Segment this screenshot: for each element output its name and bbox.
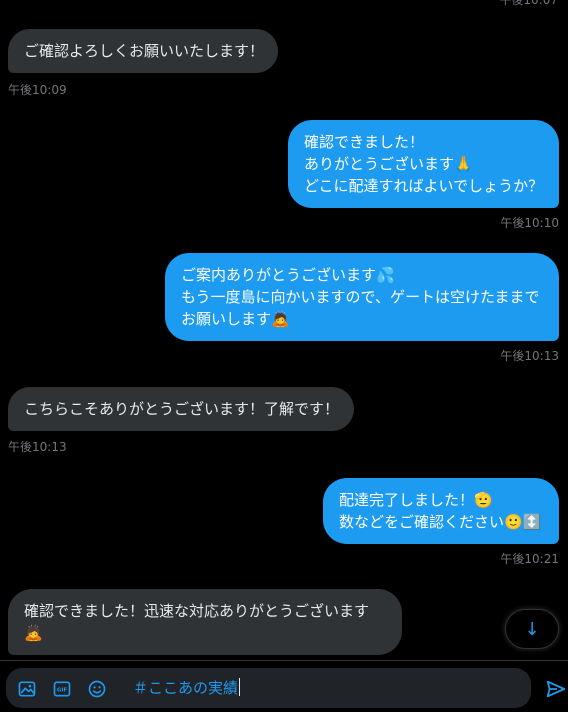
message-timestamp: 午後10:21 [500, 552, 559, 566]
message-timestamp: 午後10:10 [500, 216, 559, 230]
message-input[interactable]: ＃ここあの実績 [133, 677, 241, 699]
message-text: ありがとうございます🙏 [304, 155, 473, 173]
message-composer [0, 660, 568, 712]
message-timestamp: 午後10:09 [8, 83, 67, 97]
message-timestamp: 午後10:13 [8, 440, 67, 454]
message-incoming[interactable]: こちらこそありがとうございます！了解です！ 午後10:13 [8, 387, 354, 454]
message-text: ご確認よろしくお願いいたします！ [24, 42, 265, 60]
message-text: 数などをご確認ください🙂↕️ [339, 513, 542, 531]
scroll-to-bottom-button[interactable]: ↓ [505, 609, 559, 649]
conversation-panel: 午後10:07 ご確認よろしくお願いいたします！ 午後10:09 確認できました… [0, 0, 568, 660]
text-caret [239, 678, 241, 696]
message-text: 確認できました！ [304, 133, 425, 151]
gif-icon[interactable]: GIF [52, 679, 72, 699]
message-text: どこに配達すればよいでしょうか？ [304, 177, 544, 195]
message-timestamp: 午後10:07 [499, 0, 558, 7]
message-text: 配達完了しました！🫡 [339, 491, 493, 509]
arrow-down-icon: ↓ [524, 618, 540, 640]
send-icon[interactable] [545, 678, 567, 700]
message-input-text: ＃ここあの実績 [133, 679, 239, 697]
message-outgoing[interactable]: ご案内ありがとうございます💦 もう一度島に向かいますので、ゲートは空けたままで … [165, 253, 559, 363]
svg-text:GIF: GIF [57, 688, 67, 694]
message-timestamp: 午後10:13 [500, 349, 559, 363]
message-outgoing[interactable]: 配達完了しました！🫡 数などをご確認ください🙂↕️ 午後10:21 [323, 478, 559, 566]
composer-box [6, 668, 531, 708]
message-outgoing[interactable]: 確認できました！ ありがとうございます🙏 どこに配達すればよいでしょうか？ 午後… [288, 120, 559, 230]
image-icon[interactable] [17, 679, 37, 699]
message-text: お願いします🙇 [181, 310, 290, 328]
message-text: もう一度島に向かいますので、ゲートは空けたままで [181, 288, 540, 306]
emoji-icon[interactable] [87, 679, 107, 699]
message-incoming[interactable]: 確認できました！迅速な対応ありがとうございます 🙇 [8, 589, 402, 655]
message-text: こちらこそありがとうございます！了解です！ [24, 400, 340, 418]
message-incoming[interactable]: ご確認よろしくお願いいたします！ 午後10:09 [8, 29, 278, 97]
message-text: ご案内ありがとうございます💦 [181, 266, 395, 284]
message-text: 🙇 [24, 624, 43, 642]
message-text: 確認できました！迅速な対応ありがとうございます [24, 602, 370, 620]
